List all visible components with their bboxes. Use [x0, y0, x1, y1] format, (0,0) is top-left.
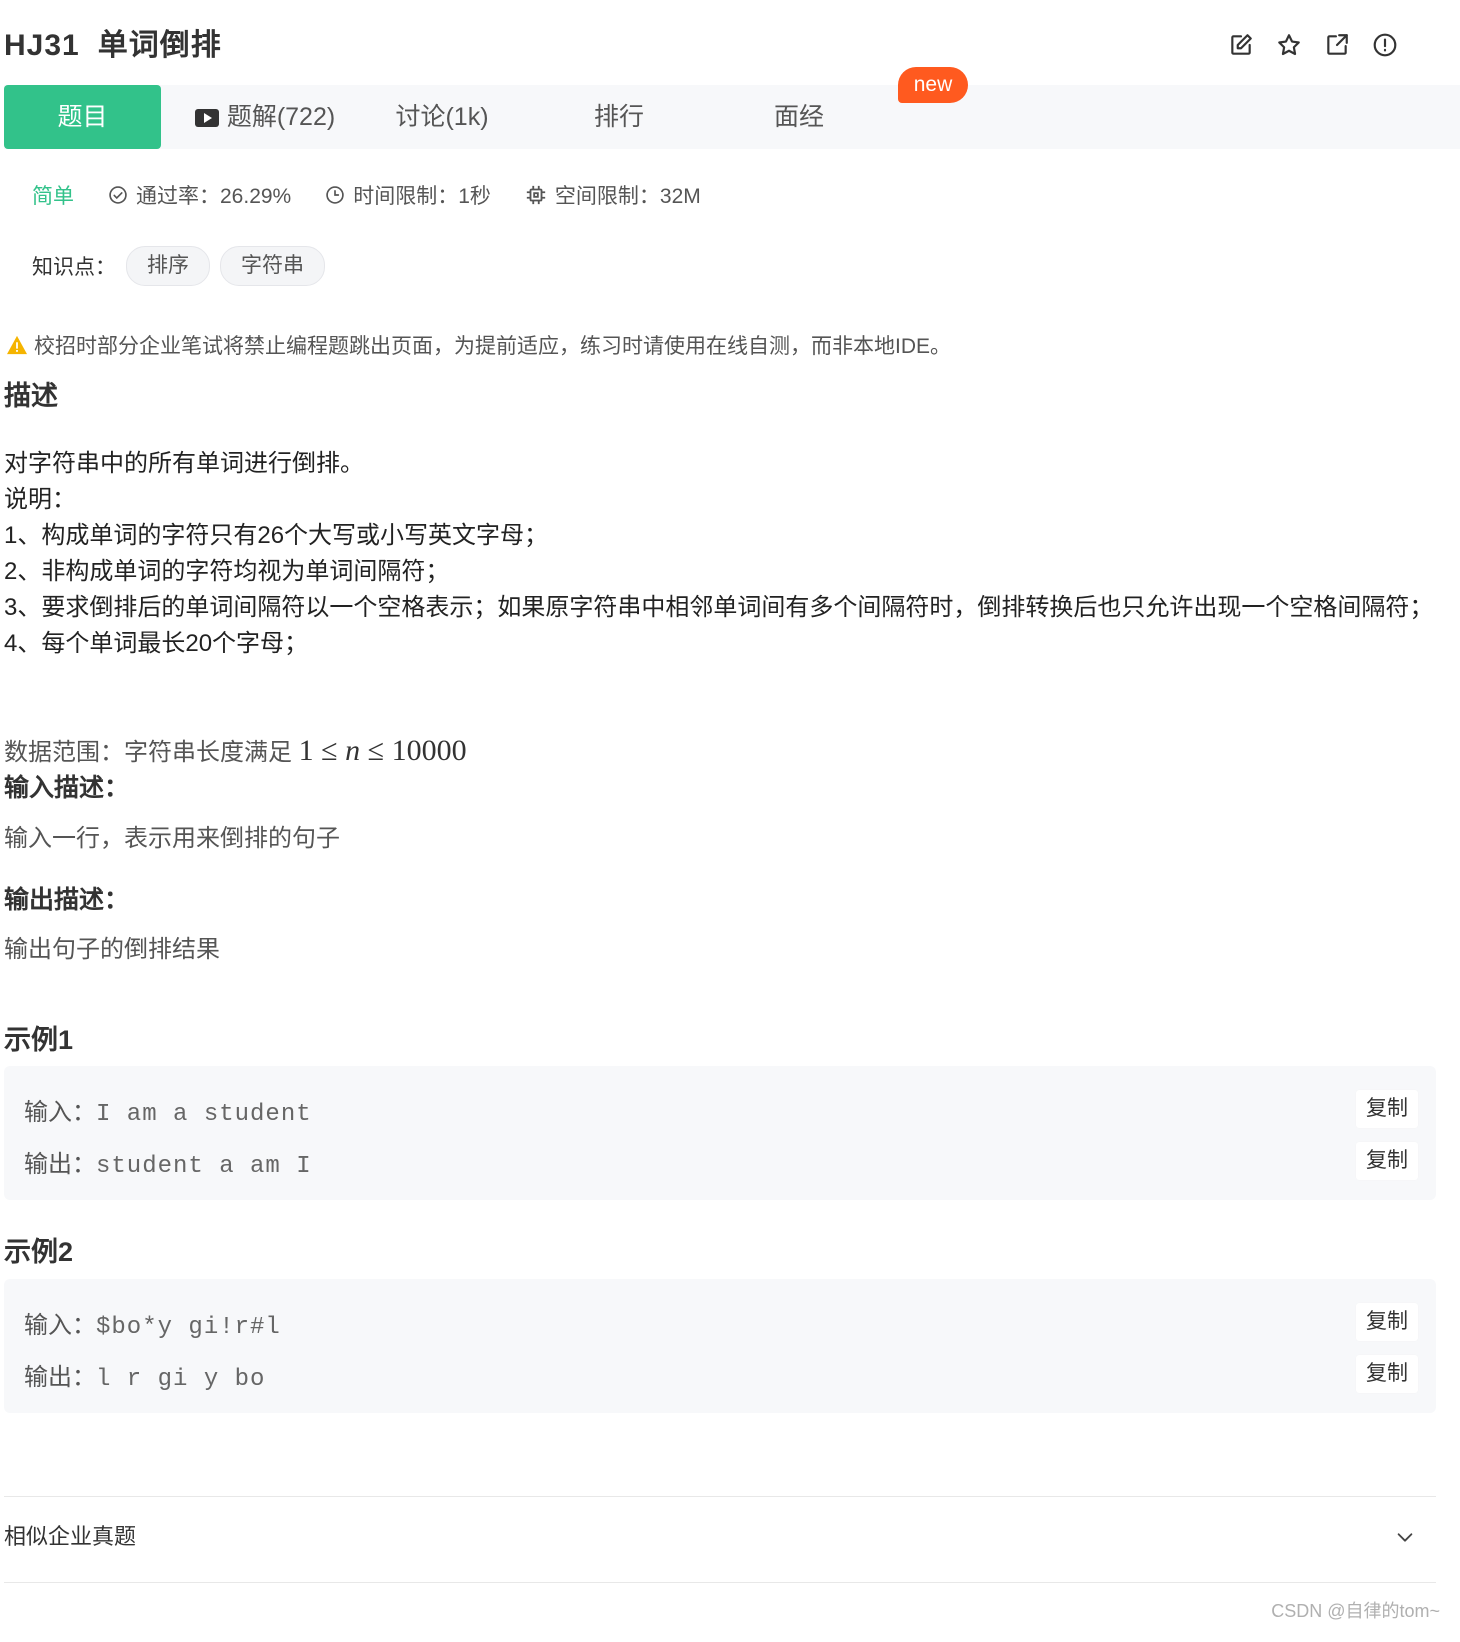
example-input-value: I am a student [96, 1101, 312, 1128]
output-desc-heading: 输出描述： [4, 886, 130, 914]
example-1-title: 示例1 [4, 1025, 74, 1055]
similar-questions-label: 相似企业真题 [4, 1524, 137, 1549]
example-input-label: 输入： [24, 1099, 96, 1126]
tab-solutions-label: 题解(722) [226, 103, 336, 131]
description-line: 3、要求倒排后的单词间隔符以一个空格表示；如果原字符串中相邻单词间有多个间隔符时… [4, 594, 1434, 621]
range-formula: 1 ≤ n ≤ 10000 [299, 734, 467, 767]
warning-icon [7, 335, 27, 355]
title-row: HJ31 单词倒排 [4, 22, 1424, 70]
example-output-label: 输出： [24, 1364, 96, 1391]
pass-rate-text: 通过率：26.29% [136, 185, 292, 208]
input-desc-heading: 输入描述： [4, 774, 130, 802]
chip-icon [526, 185, 546, 205]
knowledge-points: 知识点： 排序 字符串 [32, 246, 325, 286]
example-output-label: 输出： [24, 1151, 96, 1178]
example-2-input: 输入：$bo*y gi!r#l [24, 1305, 281, 1341]
description-line: 2、非构成单词的字符均视为单词间隔符； [4, 558, 450, 585]
tab-solutions[interactable]: 题解(722) [190, 85, 340, 149]
divider [4, 1582, 1436, 1583]
example-input-label: 输入： [24, 1312, 96, 1339]
tab-discussion[interactable]: 讨论(1k) [384, 85, 500, 149]
range-label: 数据范围：字符串长度满足 [4, 739, 292, 766]
example-1-input: 输入：I am a student [24, 1092, 312, 1128]
report-icon[interactable] [1372, 32, 1398, 58]
copy-input-button[interactable]: 复制 [1356, 1303, 1418, 1341]
warning-notice: 校招时部分企业笔试将禁止编程题跳出页面，为提前适应，练习时请使用在线自测，而非本… [6, 330, 951, 360]
example-2-title: 示例2 [4, 1237, 74, 1267]
problem-code: HJ31 [4, 29, 80, 62]
range-high: 10000 [391, 734, 467, 767]
new-badge: new [898, 67, 968, 103]
tab-interview[interactable]: 面经 [754, 85, 844, 149]
problem-meta: 简单 通过率：26.29% 时间限制：1秒 空间限制：32M [32, 180, 735, 210]
watermark: CSDN @自律的tom~ [1271, 1601, 1440, 1621]
time-limit-text: 时间限制：1秒 [353, 185, 491, 208]
space-limit-text: 空间限制：32M [554, 185, 701, 208]
example-output-value: student a am I [96, 1153, 312, 1180]
description-body: 对字符串中的所有单词进行倒排。 说明： 1、构成单词的字符只有26个大写或小写英… [4, 446, 1444, 662]
copy-output-button[interactable]: 复制 [1356, 1142, 1418, 1180]
warning-text: 校招时部分企业笔试将禁止编程题跳出页面，为提前适应，练习时请使用在线自测，而非本… [34, 335, 952, 358]
range-op-2: ≤ [367, 734, 385, 767]
description-line: 4、每个单词最长20个字母； [4, 630, 309, 657]
share-icon[interactable] [1324, 32, 1350, 58]
tab-interview-label: 面经 [773, 103, 824, 131]
clock-icon [326, 186, 344, 204]
example-1-output: 输出：student a am I [24, 1144, 312, 1180]
example-input-value: $bo*y gi!r#l [96, 1314, 281, 1341]
tab-ranking-label: 排行 [593, 103, 644, 131]
similar-questions-toggle[interactable]: 相似企业真题 [4, 1512, 1436, 1562]
description-heading: 描述 [4, 381, 58, 411]
example-2-output: 输出：l r gi y bo [24, 1357, 265, 1393]
tab-problem[interactable]: 题目 [4, 85, 161, 149]
difficulty-label: 简单 [32, 185, 74, 208]
example-2-box: 输入：$bo*y gi!r#l 复制 输出：l r gi y bo 复制 [4, 1279, 1436, 1413]
pass-rate: 通过率：26.29% [108, 180, 291, 210]
space-limit: 空间限制：32M [525, 180, 701, 210]
knowledge-label: 知识点： [32, 256, 116, 279]
tab-problem-label: 题目 [57, 103, 108, 131]
description-line: 说明： [4, 486, 76, 513]
toolbar-icons [1228, 32, 1398, 58]
page-title: HJ31 单词倒排 [4, 22, 1424, 70]
range-low: 1 [298, 734, 314, 767]
range-var: n [345, 734, 361, 767]
example-output-value: l r gi y bo [96, 1366, 266, 1393]
tab-bar: 题目 题解(722) 讨论(1k) 排行 面经 [4, 85, 1460, 149]
video-icon [194, 109, 219, 127]
tab-ranking[interactable]: 排行 [574, 85, 664, 149]
input-desc-text: 输入一行，表示用来倒排的句子 [4, 825, 340, 852]
time-limit: 时间限制：1秒 [325, 180, 491, 210]
edit-icon[interactable] [1228, 32, 1254, 58]
problem-name: 单词倒排 [97, 29, 222, 62]
tab-discussion-label: 讨论(1k) [395, 103, 489, 131]
chevron-down-icon [1397, 1533, 1413, 1542]
star-icon[interactable] [1276, 32, 1302, 58]
check-circle-icon [109, 186, 127, 204]
tag-string[interactable]: 字符串 [220, 246, 325, 286]
description-line: 对字符串中的所有单词进行倒排。 [4, 450, 364, 477]
copy-input-button[interactable]: 复制 [1356, 1090, 1418, 1128]
description-line: 1、构成单词的字符只有26个大写或小写英文字母； [4, 522, 549, 549]
range-op-1: ≤ [321, 734, 338, 767]
example-1-box: 输入：I am a student 复制 输出：student a am I 复… [4, 1066, 1436, 1200]
output-desc-text: 输出句子的倒排结果 [4, 936, 220, 963]
tag-sort[interactable]: 排序 [126, 246, 210, 286]
data-range: 数据范围：字符串长度满足 1 ≤ n ≤ 10000 [4, 732, 467, 768]
divider [4, 1496, 1436, 1497]
copy-output-button[interactable]: 复制 [1356, 1355, 1418, 1393]
